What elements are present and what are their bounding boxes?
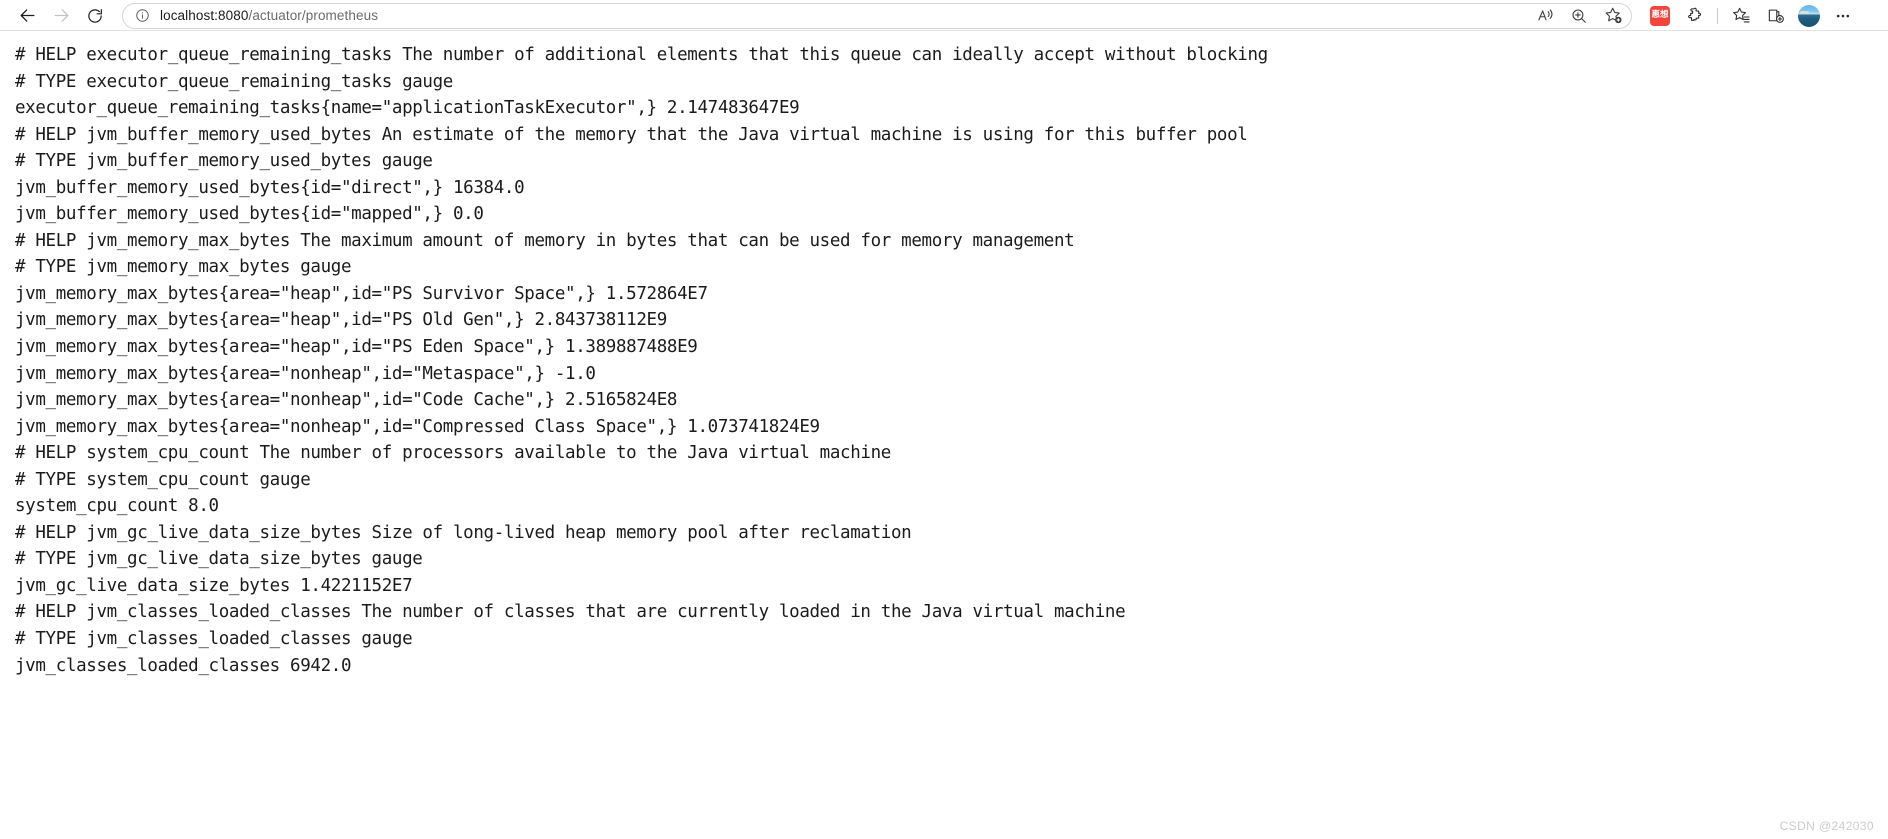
forward-button[interactable] — [44, 2, 78, 30]
profile-button[interactable] — [1793, 2, 1825, 30]
add-collection-icon — [1766, 6, 1785, 25]
address-path: /actuator/prometheus — [248, 8, 379, 23]
read-aloud-icon — [1536, 6, 1555, 25]
puzzle-icon — [1685, 6, 1704, 25]
star-plus-icon — [1604, 6, 1623, 25]
watermark: CSDN @242030 — [1779, 819, 1874, 833]
browser-extension-button[interactable]: 惠想 — [1644, 2, 1676, 30]
zoom-in-icon — [1570, 7, 1588, 25]
ellipsis-icon — [1834, 7, 1852, 25]
browser-toolbar: localhost:8080/actuator/prometheus 惠想 — [0, 0, 1888, 31]
toolbar-divider — [1717, 7, 1718, 24]
address-url-text[interactable]: localhost:8080/actuator/prometheus — [160, 8, 378, 23]
split-screen-button[interactable] — [1678, 2, 1710, 30]
collections-button[interactable] — [1759, 2, 1791, 30]
back-arrow-icon — [18, 6, 37, 25]
zoom-button[interactable] — [1563, 2, 1595, 30]
address-host: localhost:8080 — [160, 8, 249, 23]
prometheus-metrics-text: # HELP executor_queue_remaining_tasks Th… — [15, 45, 1268, 676]
address-bar[interactable]: localhost:8080/actuator/prometheus — [122, 2, 1632, 29]
page-content-area: # HELP executor_queue_remaining_tasks Th… — [0, 31, 1888, 839]
back-button[interactable] — [10, 2, 44, 30]
extension-icon: 惠想 — [1650, 5, 1670, 26]
refresh-icon — [86, 7, 104, 25]
avatar — [1798, 4, 1820, 27]
address-bar-actions — [1529, 4, 1629, 28]
toolbar-right-actions: 惠想 — [1644, 2, 1859, 30]
star-list-icon — [1732, 6, 1751, 25]
refresh-button[interactable] — [78, 2, 112, 30]
site-info-icon[interactable] — [133, 7, 151, 25]
settings-more-button[interactable] — [1827, 2, 1859, 30]
read-aloud-button[interactable] — [1529, 2, 1561, 30]
favorites-button[interactable] — [1725, 2, 1757, 30]
add-favorite-button[interactable] — [1597, 2, 1629, 30]
forward-arrow-icon — [52, 6, 71, 25]
